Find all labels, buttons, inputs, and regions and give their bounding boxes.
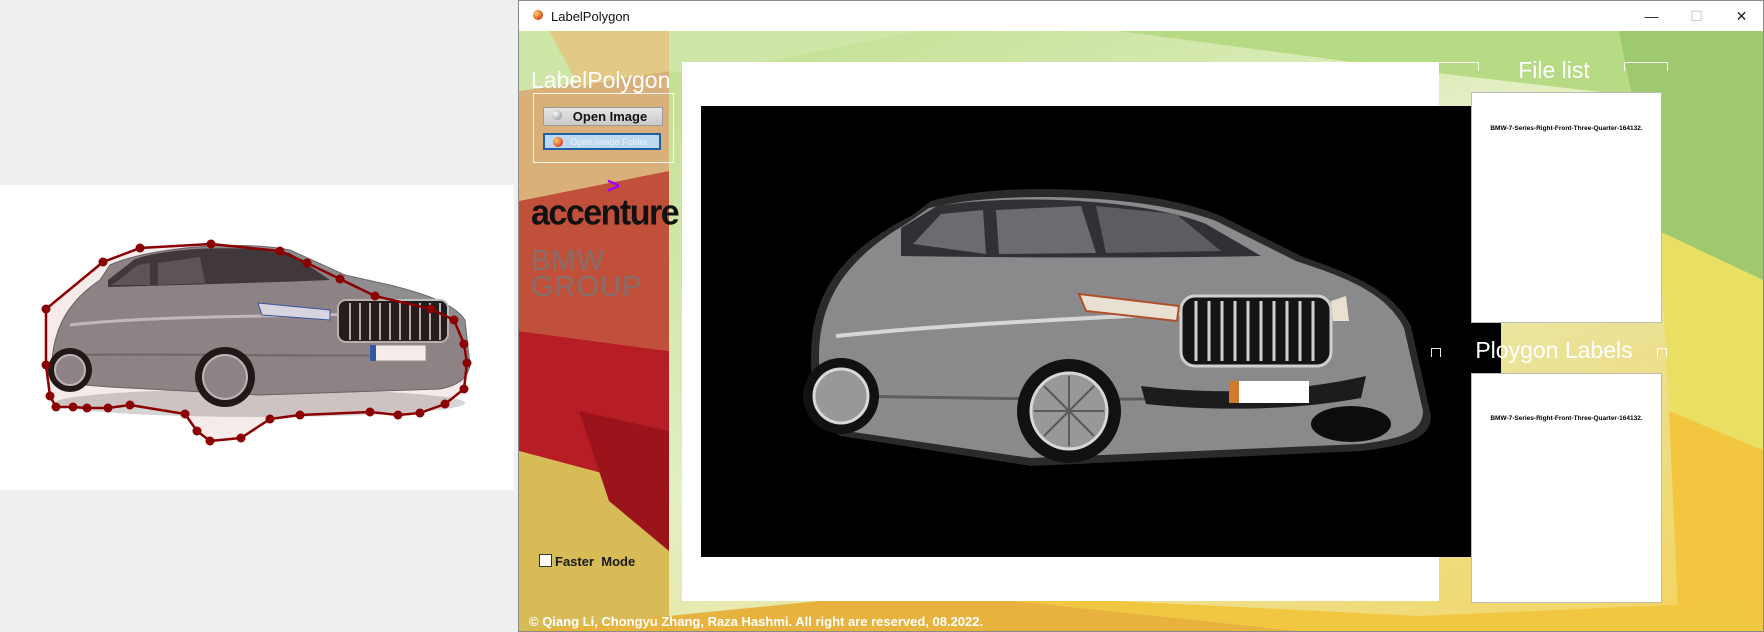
window-title: LabelPolygon — [551, 9, 630, 24]
open-image-button[interactable]: Open Image — [543, 107, 663, 126]
faster-mode-checkbox[interactable]: Faster Mode — [539, 554, 635, 569]
minimize-button[interactable]: — — [1629, 1, 1674, 31]
polygon-labels-list[interactable]: BMW-7-Series-Right-Front-Three-Quarter-1… — [1471, 373, 1662, 603]
car-image — [803, 189, 1431, 466]
labelpolygon-window: LabelPolygon — ☐ ✕ LabelPolygon Open Ima… — [518, 0, 1764, 632]
polygon-label-item[interactable]: BMW-7-Series-Right-Front-Three-Quarter-1… — [1472, 415, 1661, 422]
open-image-label: Open Image — [572, 109, 648, 124]
app-icon — [533, 10, 543, 20]
copyright-footer: © Qiang Li, Chongyu Zhang, Raza Hashmi. … — [529, 614, 984, 629]
open-image-folder-button[interactable]: Open Image Folder — [543, 133, 661, 150]
accenture-logo: accenture — [531, 193, 680, 233]
annotated-car-image — [41, 239, 472, 446]
file-list-frame-left — [1431, 62, 1479, 71]
file-list-title: File list — [1518, 57, 1590, 83]
controls-groupbox — [533, 93, 674, 163]
annotation-preview-panel — [0, 0, 516, 632]
main-image-view[interactable] — [701, 106, 1501, 557]
polygon-labels-frame-left — [1431, 348, 1441, 357]
maximize-button[interactable]: ☐ — [1674, 1, 1719, 31]
polygon-labels-title: Ploygon Labels — [1475, 337, 1633, 363]
brand-title: LabelPolygon — [531, 67, 671, 93]
faster-mode-label: Faster Mode — [555, 554, 636, 569]
polygon-labels-frame-right — [1657, 348, 1667, 357]
file-list[interactable]: BMW-7-Series-Right-Front-Three-Quarter-1… — [1471, 92, 1662, 323]
close-button[interactable]: ✕ — [1719, 1, 1763, 31]
bmw-group-logo: BMW GROUP — [531, 245, 643, 303]
file-list-frame-right — [1624, 62, 1668, 71]
title-bar[interactable]: LabelPolygon — ☐ ✕ — [519, 1, 1763, 31]
open-folder-label: Open Image Folder — [570, 137, 648, 147]
annotated-image-canvas[interactable] — [0, 185, 514, 490]
checkbox-icon[interactable] — [539, 554, 552, 567]
file-list-item[interactable]: BMW-7-Series-Right-Front-Three-Quarter-1… — [1472, 125, 1661, 132]
